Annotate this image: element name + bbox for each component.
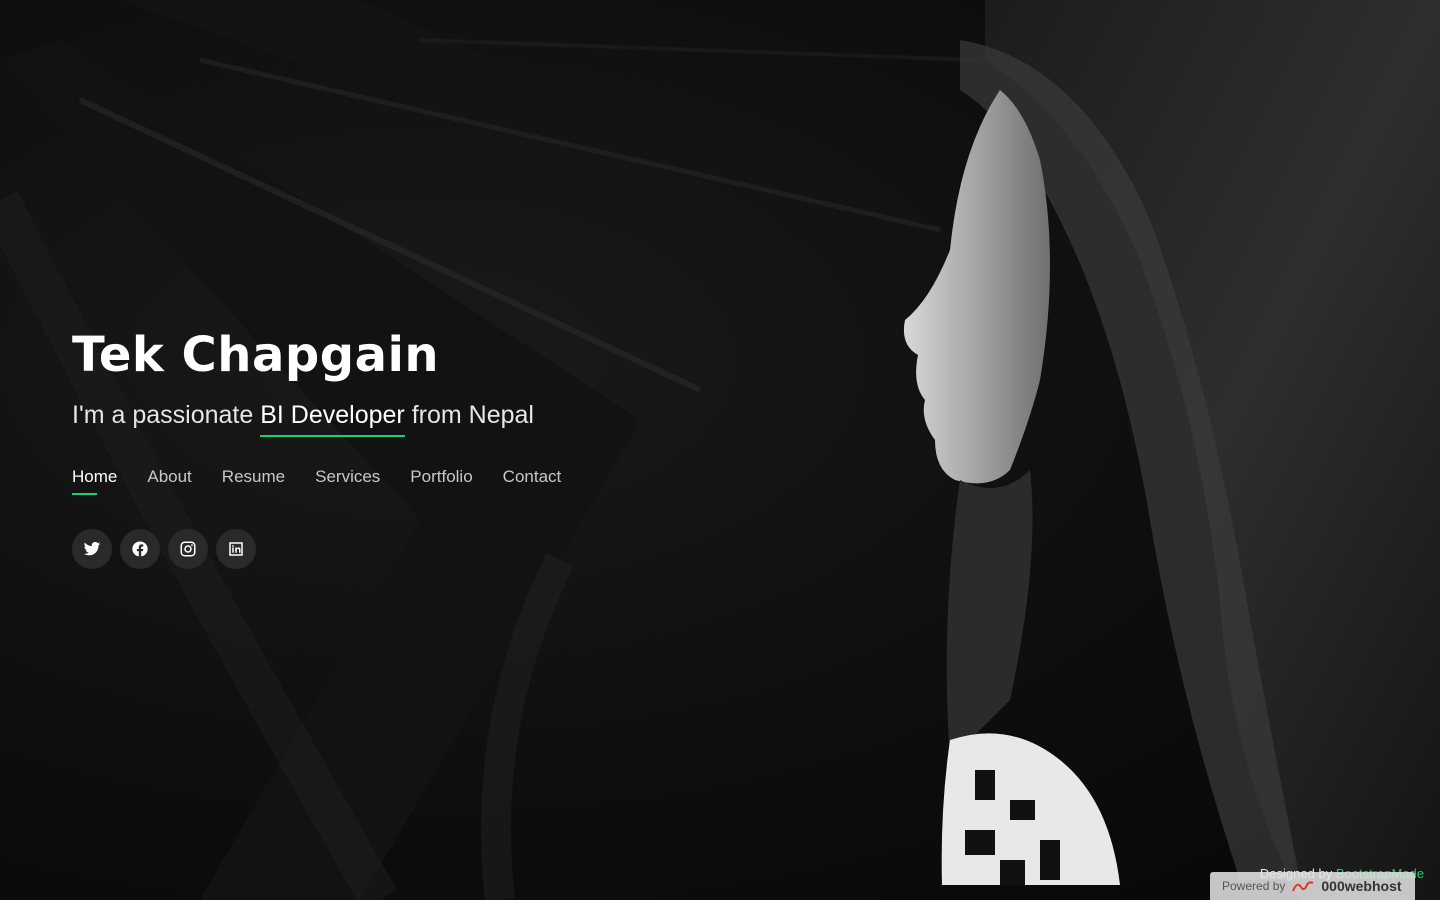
nav-item-portfolio[interactable]: Portfolio [410, 467, 472, 495]
powered-by-badge[interactable]: Powered by 000webhost [1210, 872, 1415, 900]
instagram-button[interactable] [168, 529, 208, 569]
nav-item-services[interactable]: Services [315, 467, 380, 495]
tagline-role: BI Developer [260, 399, 405, 437]
instagram-icon [180, 541, 196, 557]
powered-by-brand: 000webhost [1321, 878, 1402, 894]
facebook-button[interactable] [120, 529, 160, 569]
linkedin-icon [229, 542, 243, 556]
facebook-icon [132, 541, 148, 557]
hero-name: Tek Chapgain [72, 327, 440, 383]
nav-item-about[interactable]: About [147, 467, 191, 495]
social-links [72, 529, 712, 569]
nav-item-contact[interactable]: Contact [503, 467, 562, 495]
000webhost-logo-icon [1292, 881, 1314, 892]
tagline-suffix: from Nepal [411, 401, 534, 429]
nav-item-home[interactable]: Home [72, 467, 117, 495]
linkedin-button[interactable] [216, 529, 256, 569]
powered-by-label: Powered by [1222, 879, 1286, 893]
twitter-icon [83, 541, 101, 556]
tagline-prefix: I'm a passionate [72, 401, 254, 429]
nav-item-resume[interactable]: Resume [222, 467, 285, 495]
hero-tagline: I'm a passionate BI Developer from Nepal [72, 399, 712, 437]
main-nav: Home About Resume Services Portfolio Con… [72, 467, 712, 495]
twitter-button[interactable] [72, 529, 112, 569]
hero-section: Tek Chapgain I'm a passionate BI Develop… [0, 0, 1440, 900]
hero-content: Tek Chapgain I'm a passionate BI Develop… [72, 325, 712, 569]
